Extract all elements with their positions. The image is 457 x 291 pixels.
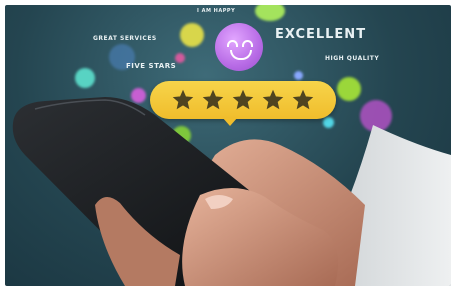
- hands-holding-phone: [12, 97, 451, 286]
- photo: I AM HAPPY GREAT SERVICES EXCELLENT FIVE…: [5, 5, 451, 286]
